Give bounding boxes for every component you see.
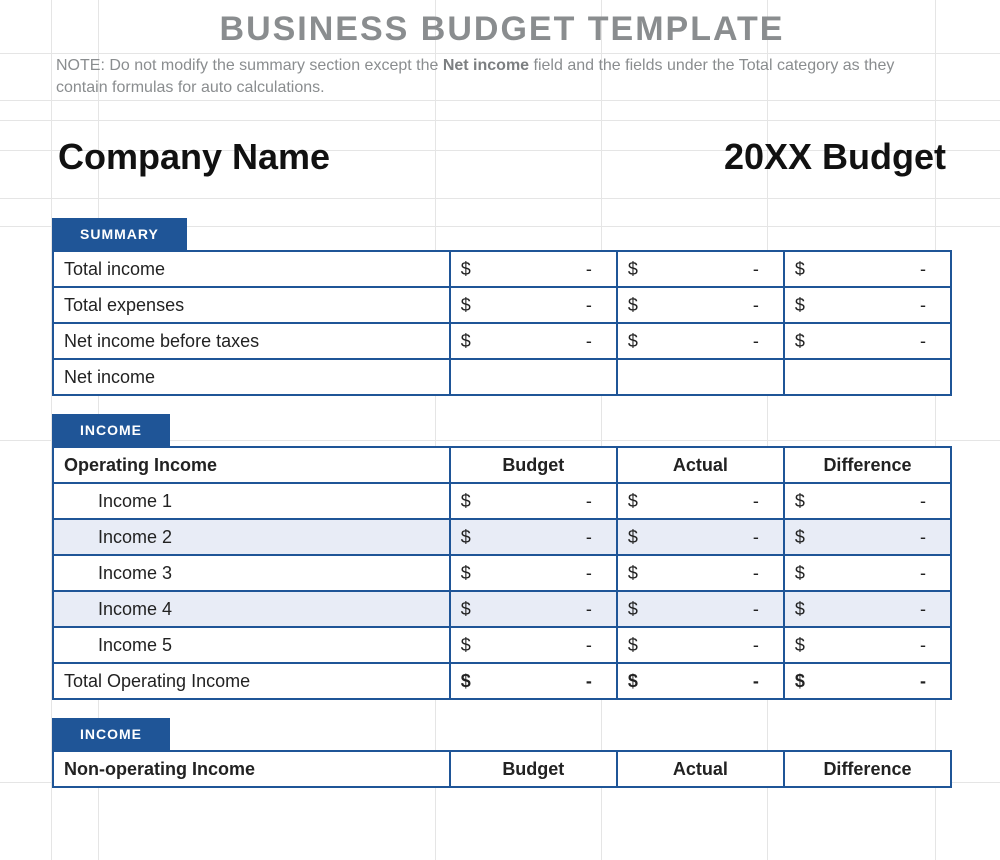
operating-total-row: Total Operating Income $- $- $-: [53, 663, 951, 699]
col-difference: Difference: [784, 447, 951, 483]
income-tab-2: INCOME: [52, 718, 170, 750]
heading-row: Company Name 20XX Budget: [52, 108, 952, 200]
summary-row-label: Net income: [53, 359, 450, 395]
summary-difference-cell[interactable]: $-: [784, 251, 951, 287]
operating-row-label[interactable]: Income 3: [53, 555, 450, 591]
nonoperating-income-section: INCOME Non-operating Income Budget Actua…: [52, 718, 952, 788]
summary-budget-cell[interactable]: $-: [450, 287, 617, 323]
operating-row-label[interactable]: Income 4: [53, 591, 450, 627]
summary-row: Total expenses$-$-$-: [53, 287, 951, 323]
operating-total-label: Total Operating Income: [53, 663, 450, 699]
operating-row: Income 2$-$-$-: [53, 519, 951, 555]
operating-difference-cell[interactable]: $-: [784, 591, 951, 627]
operating-income-section: INCOME Operating Income Budget Actual Di…: [52, 414, 952, 700]
summary-budget-cell[interactable]: $-: [450, 251, 617, 287]
operating-row: Income 1$-$-$-: [53, 483, 951, 519]
operating-row-label[interactable]: Income 5: [53, 627, 450, 663]
nonoperating-header: Non-operating Income: [53, 751, 450, 787]
col-actual-2: Actual: [617, 751, 784, 787]
operating-row: Income 4$-$-$-: [53, 591, 951, 627]
summary-difference-cell[interactable]: $-: [784, 287, 951, 323]
summary-row: Net income: [53, 359, 951, 395]
operating-difference-cell[interactable]: $-: [784, 519, 951, 555]
col-budget: Budget: [450, 447, 617, 483]
operating-header-row: Operating Income Budget Actual Differenc…: [53, 447, 951, 483]
note-bold: Net income: [443, 57, 529, 74]
summary-actual-cell[interactable]: [617, 359, 784, 395]
summary-row-label: Net income before taxes: [53, 323, 450, 359]
operating-actual-cell[interactable]: $-: [617, 483, 784, 519]
operating-actual-cell[interactable]: $-: [617, 627, 784, 663]
operating-budget-cell[interactable]: $-: [450, 591, 617, 627]
operating-total-budget[interactable]: $-: [450, 663, 617, 699]
operating-budget-cell[interactable]: $-: [450, 483, 617, 519]
operating-row: Income 3$-$-$-: [53, 555, 951, 591]
operating-total-difference[interactable]: $-: [784, 663, 951, 699]
operating-total-actual[interactable]: $-: [617, 663, 784, 699]
summary-budget-cell[interactable]: [450, 359, 617, 395]
summary-difference-cell[interactable]: [784, 359, 951, 395]
summary-row-label: Total expenses: [53, 287, 450, 323]
note-pre: NOTE: Do not modify the summary section …: [56, 57, 443, 74]
operating-actual-cell[interactable]: $-: [617, 555, 784, 591]
col-difference-2: Difference: [784, 751, 951, 787]
summary-row: Net income before taxes$-$-$-: [53, 323, 951, 359]
summary-actual-cell[interactable]: $-: [617, 287, 784, 323]
operating-budget-cell[interactable]: $-: [450, 627, 617, 663]
col-actual: Actual: [617, 447, 784, 483]
summary-tab: SUMMARY: [52, 218, 187, 250]
summary-table: Total income$-$-$-Total expenses$-$-$-Ne…: [52, 250, 952, 396]
operating-difference-cell[interactable]: $-: [784, 483, 951, 519]
nonoperating-header-row: Non-operating Income Budget Actual Diffe…: [53, 751, 951, 787]
operating-actual-cell[interactable]: $-: [617, 591, 784, 627]
operating-budget-cell[interactable]: $-: [450, 519, 617, 555]
operating-budget-cell[interactable]: $-: [450, 555, 617, 591]
operating-difference-cell[interactable]: $-: [784, 627, 951, 663]
operating-actual-cell[interactable]: $-: [617, 519, 784, 555]
col-budget-2: Budget: [450, 751, 617, 787]
summary-budget-cell[interactable]: $-: [450, 323, 617, 359]
note-text: NOTE: Do not modify the summary section …: [52, 55, 952, 108]
income-tab-1: INCOME: [52, 414, 170, 446]
operating-row-label[interactable]: Income 1: [53, 483, 450, 519]
operating-row: Income 5$-$-$-: [53, 627, 951, 663]
operating-difference-cell[interactable]: $-: [784, 555, 951, 591]
operating-income-table: Operating Income Budget Actual Differenc…: [52, 446, 952, 700]
summary-row: Total income$-$-$-: [53, 251, 951, 287]
summary-difference-cell[interactable]: $-: [784, 323, 951, 359]
summary-section: SUMMARY Total income$-$-$-Total expenses…: [52, 218, 952, 396]
budget-year[interactable]: 20XX Budget: [724, 136, 946, 178]
summary-actual-cell[interactable]: $-: [617, 323, 784, 359]
nonoperating-income-table: Non-operating Income Budget Actual Diffe…: [52, 750, 952, 788]
summary-actual-cell[interactable]: $-: [617, 251, 784, 287]
operating-header: Operating Income: [53, 447, 450, 483]
page-title: BUSINESS BUDGET TEMPLATE: [52, 0, 952, 55]
summary-row-label: Total income: [53, 251, 450, 287]
operating-row-label[interactable]: Income 2: [53, 519, 450, 555]
company-name[interactable]: Company Name: [58, 136, 330, 178]
